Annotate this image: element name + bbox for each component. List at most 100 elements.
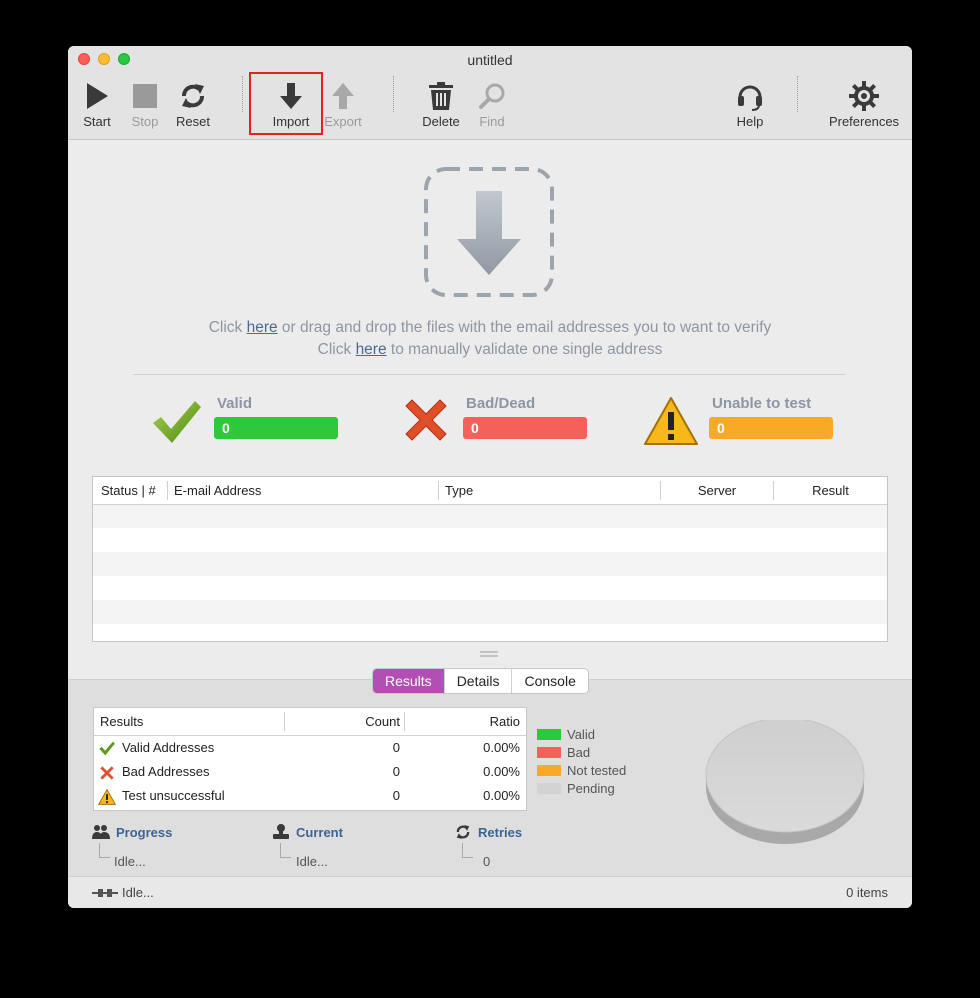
check-icon [153,401,201,443]
legend-swatch-pending [537,783,561,794]
column-type[interactable]: Type [445,477,473,504]
toolbar-separator [242,76,243,112]
table-row [93,528,887,552]
unable-stat-label: Unable to test [712,395,812,412]
unable-stat: Unable to test 0 [709,395,842,450]
bad-stat-label: Bad/Dead [466,395,536,412]
status-bar: Idle... 0 items [68,876,912,908]
help-button[interactable]: Help [730,78,770,136]
find-label: Find [479,114,505,129]
results-row-label: Valid Addresses [122,740,215,755]
app-window: untitled Start Stop Reset Import Export [68,46,912,908]
toolbar-separator [393,76,394,112]
legend-label-valid: Valid [567,727,595,742]
plug-icon [92,889,118,897]
cross-icon [405,399,447,441]
retries-value: 0 [483,854,491,869]
drop-instructions-line2: Click here to manually validate one sing… [68,339,912,361]
legend-label-not-tested: Not tested [567,763,627,778]
import-here-link[interactable]: here [247,319,278,336]
results-row: Valid Addresses 0 0.00% [94,736,526,760]
warning-icon [98,789,116,805]
validate-here-link[interactable]: here [356,341,387,358]
valid-stat-label: Valid [217,395,253,412]
toolbar: untitled Start Stop Reset Import Export [68,46,912,140]
results-table: Results Count Ratio Valid Addresses 0 0.… [93,707,527,811]
start-label: Start [83,114,111,129]
table-row [93,504,887,528]
start-button[interactable]: Start [76,78,118,136]
results-row-count: 0 [392,764,400,779]
stop-button[interactable]: Stop [125,78,165,136]
unable-count-bar: 0 [709,417,833,439]
results-col-results: Results [100,714,144,729]
window-title: untitled [467,52,513,68]
tree-line [99,843,110,858]
column-divider [404,712,405,731]
stamp-icon [273,824,289,839]
results-row-ratio: 0.00% [483,740,520,755]
tab-results[interactable]: Results [373,669,444,693]
arrow-up-icon [332,83,354,109]
tab-details[interactable]: Details [443,669,512,693]
users-icon [92,825,110,839]
import-dropzone-icon[interactable] [424,167,554,297]
reset-button[interactable]: Reset [169,78,217,136]
status-text: Idle... [122,885,154,900]
results-table-header: Results Count Ratio [94,708,526,736]
export-label: Export [324,114,362,129]
bad-stat: Bad/Dead 0 [463,395,596,450]
retries-label: Retries [478,825,523,840]
drop-text: or drag and drop the files with the emai… [277,319,772,336]
legend-swatch-bad [537,747,561,758]
drop-instructions-line1: Click here or drag and drop the files wi… [68,317,912,339]
help-label: Help [736,114,764,129]
results-row-label: Test unsuccessful [122,788,225,803]
legend-swatch-valid [537,729,561,740]
column-status[interactable]: Status | # [101,477,156,504]
results-pie-chart [705,720,865,844]
splitter-handle[interactable] [480,651,498,657]
table-row [93,576,887,600]
table-row [93,600,887,624]
refresh-icon [182,84,204,108]
results-tab-bar: Results Details Console [372,668,589,694]
warning-icon [644,397,698,445]
current-value: Idle... [296,854,328,869]
check-icon [99,741,115,756]
delete-label: Delete [422,114,460,129]
cross-icon [100,766,114,780]
gear-icon [849,81,879,111]
column-divider [167,481,168,500]
item-count: 0 items [846,885,888,900]
bad-count-bar: 0 [463,417,587,439]
column-divider [284,712,285,731]
column-result[interactable]: Result [774,477,887,504]
divider [133,374,846,375]
column-email[interactable]: E-mail Address [174,477,261,504]
email-table-header: Status | # E-mail Address Type Server Re… [93,477,887,505]
current-label: Current [296,825,343,840]
legend-label-bad: Bad [567,745,591,760]
export-button[interactable]: Export [319,78,367,136]
reset-label: Reset [176,114,210,129]
magnifier-icon [479,83,505,109]
play-icon [87,83,108,109]
column-divider [438,481,439,500]
delete-button[interactable]: Delete [417,78,465,136]
valid-stat: Valid 0 [214,395,347,450]
email-table[interactable]: Status | # E-mail Address Type Server Re… [92,476,888,642]
valid-count-bar: 0 [214,417,338,439]
trash-icon [429,82,453,110]
results-row-label: Bad Addresses [122,764,210,779]
results-row-ratio: 0.00% [483,788,520,803]
results-row: Test unsuccessful 0 0.00% [94,784,526,808]
table-row [93,552,887,576]
results-col-ratio: Ratio [489,714,520,729]
tab-console[interactable]: Console [511,669,587,693]
preferences-button[interactable]: Preferences [824,78,904,136]
refresh-icon [456,825,470,839]
import-highlight-box [249,72,323,135]
column-server[interactable]: Server [661,477,773,504]
find-button[interactable]: Find [471,78,513,136]
